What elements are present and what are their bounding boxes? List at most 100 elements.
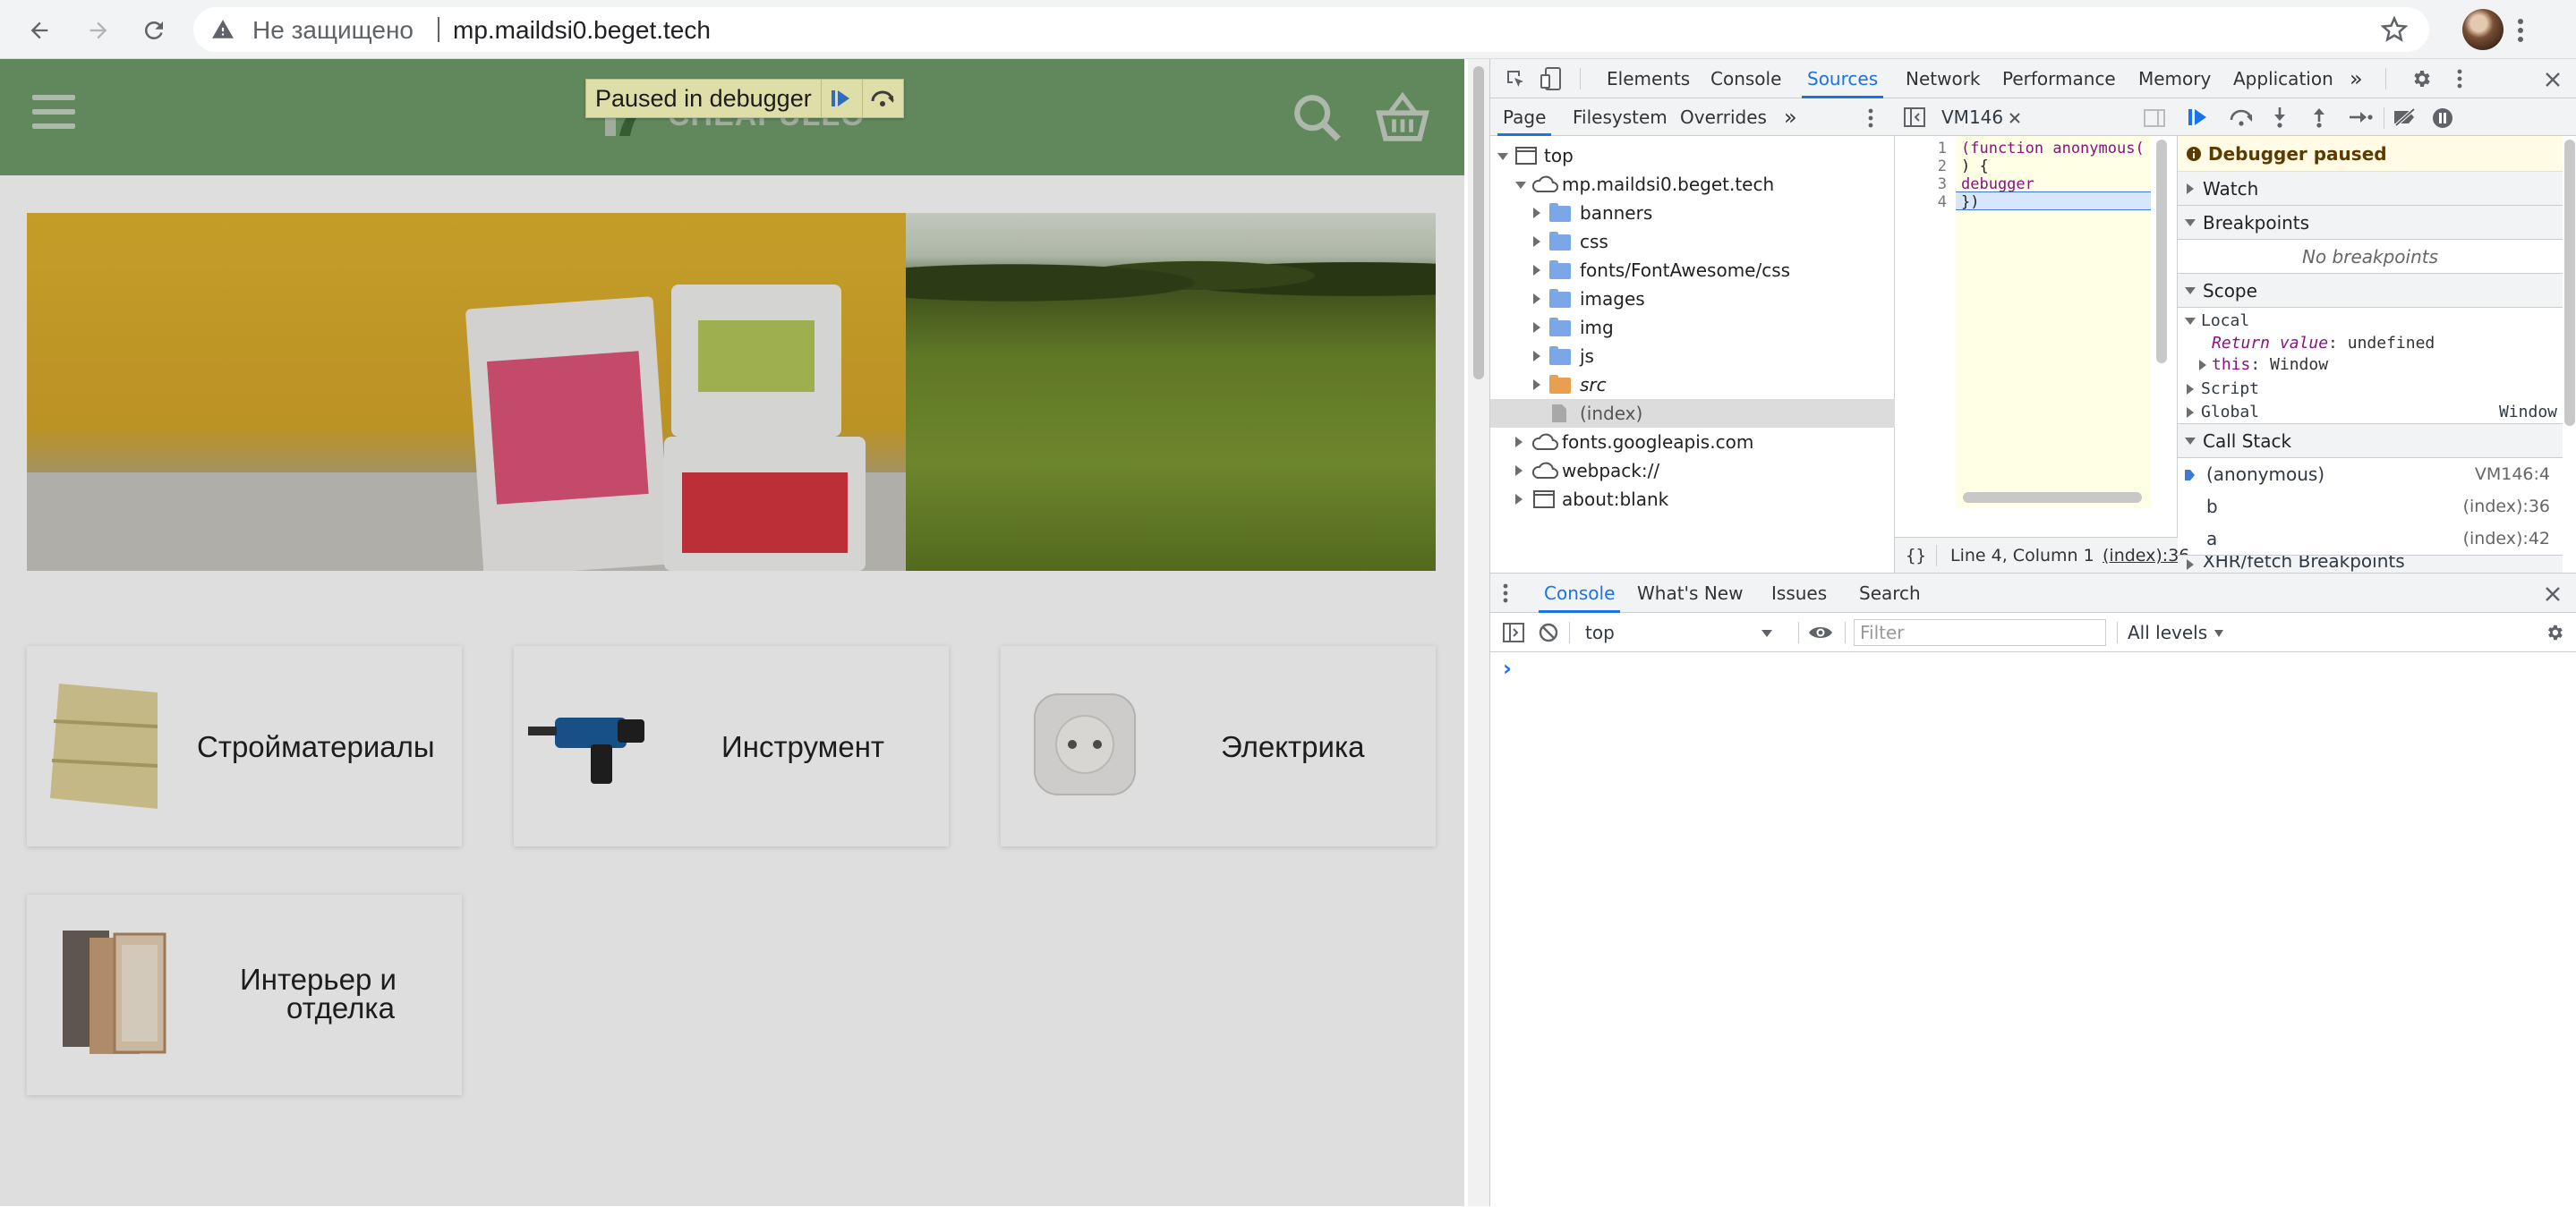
expand-triangle-icon[interactable] [1533, 293, 1540, 304]
inspect-element-icon[interactable] [1505, 68, 1526, 89]
editor-horizontal-scrollbar[interactable] [1963, 492, 2142, 503]
execution-context-select[interactable]: top [1576, 618, 1782, 647]
console-prompt-icon[interactable]: › [1503, 656, 1512, 681]
page-scrollbar[interactable] [1468, 59, 1489, 1206]
category-label-line1[interactable]: Интерьер и [240, 965, 397, 995]
call-frame-active[interactable]: (anonymous) VM146:4 [2178, 458, 2563, 490]
expand-triangle-icon[interactable] [1515, 437, 1523, 447]
scope-global[interactable]: Global Window [2178, 401, 2563, 424]
expand-triangle-icon[interactable] [2187, 384, 2194, 395]
tree-item-folder[interactable]: img [1490, 313, 1895, 342]
code-line[interactable]: debugger [1961, 175, 2034, 193]
nav-tab-filesystem[interactable]: Filesystem [1573, 98, 1668, 136]
console-output[interactable]: › [1490, 652, 2576, 1207]
deactivate-breakpoints-icon[interactable] [2393, 107, 2418, 127]
section-xhr-breakpoints[interactable]: XHR/fetch Breakpoints [2178, 555, 2563, 573]
drawer-menu-icon[interactable] [1501, 582, 1510, 604]
devtools-menu-icon[interactable] [2455, 68, 2464, 89]
step-over-icon[interactable] [2228, 107, 2255, 127]
nav-tab-overrides[interactable]: Overrides [1680, 98, 1767, 136]
expand-triangle-icon[interactable] [2187, 407, 2194, 418]
category-label[interactable]: Электрика [1221, 732, 1364, 762]
expand-triangle-icon[interactable] [1533, 351, 1540, 361]
tree-item-domain[interactable]: fonts.googleapis.com [1490, 428, 1895, 456]
tree-item-top[interactable]: top [1490, 141, 1895, 170]
url-text[interactable]: mp.maildsi0.beget.tech [453, 16, 711, 45]
line-number[interactable]: 2 [1938, 157, 1947, 175]
tab-console[interactable]: Console [1710, 59, 1781, 98]
expand-triangle-icon[interactable] [2187, 183, 2194, 194]
show-console-sidebar-icon[interactable] [1503, 623, 1524, 642]
editor-vertical-scrollbar[interactable] [2156, 140, 2167, 363]
drawer-tab-issues[interactable]: Issues [1771, 574, 1827, 613]
code-line[interactable]: ) { [1961, 157, 1989, 175]
line-number[interactable]: 1 [1938, 140, 1947, 157]
tree-item-folder[interactable]: css [1490, 227, 1895, 256]
expand-triangle-icon[interactable] [1533, 208, 1540, 218]
tree-item-folder[interactable]: banners [1490, 199, 1895, 227]
scope-this[interactable]: this: Window [2199, 354, 2328, 376]
basket-icon[interactable] [1375, 91, 1430, 143]
overlay-resume-button[interactable] [820, 80, 862, 117]
expand-triangle-icon[interactable] [2199, 360, 2206, 370]
browser-menu-icon[interactable] [2512, 11, 2529, 50]
tab-application[interactable]: Application [2233, 59, 2333, 98]
expand-triangle-icon[interactable] [1515, 494, 1523, 505]
category-label-line2[interactable]: отделка [286, 993, 395, 1024]
expand-triangle-icon[interactable] [1497, 153, 1508, 160]
step-icon[interactable] [2348, 107, 2373, 127]
expand-triangle-icon[interactable] [2187, 559, 2194, 570]
console-settings-gear-icon[interactable] [2545, 623, 2564, 642]
tab-memory[interactable]: Memory [2138, 59, 2211, 98]
expand-triangle-icon[interactable] [1515, 465, 1523, 476]
pretty-print-button[interactable]: {} [1906, 538, 1926, 574]
drawer-tab-search[interactable]: Search [1859, 574, 1921, 613]
category-card-building-materials[interactable]: Стройматериалы [27, 646, 462, 846]
tree-item-domain[interactable]: mp.maildsi0.beget.tech [1490, 170, 1895, 199]
category-label[interactable]: Инструмент [721, 732, 884, 762]
expand-triangle-icon[interactable] [1533, 322, 1540, 333]
line-number[interactable]: 4 [1938, 193, 1947, 211]
hamburger-menu-icon[interactable] [32, 95, 75, 134]
address-bar[interactable]: Не защищено mp.maildsi0.beget.tech [193, 7, 2429, 52]
more-tabs-button[interactable]: » [2350, 59, 2363, 98]
reload-button[interactable] [134, 11, 174, 50]
toggle-debugger-sidebar-icon[interactable] [2144, 109, 2165, 127]
expand-triangle-icon[interactable] [2185, 219, 2196, 226]
expand-triangle-icon[interactable] [2185, 287, 2196, 294]
nav-more-button[interactable]: » [1784, 98, 1797, 136]
code-line[interactable]: }) [1961, 193, 1979, 211]
sidebar-scrollbar[interactable] [2564, 140, 2575, 426]
expand-triangle-icon[interactable] [1533, 236, 1540, 247]
device-toolbar-icon[interactable] [1540, 66, 1564, 91]
expand-triangle-icon[interactable] [2185, 438, 2196, 445]
security-label[interactable]: Не защищено [252, 16, 414, 45]
pause-on-exceptions-icon[interactable] [2432, 107, 2453, 129]
close-drawer-icon[interactable] [2545, 586, 2561, 602]
scope-script[interactable]: Script [2178, 378, 2563, 401]
section-breakpoints[interactable]: Breakpoints [2178, 206, 2563, 240]
tab-elements[interactable]: Elements [1607, 59, 1690, 98]
line-number-gutter[interactable]: 1 2 3 4 [1895, 136, 1956, 521]
navigator-menu-icon[interactable] [1866, 107, 1875, 129]
call-frame[interactable]: b (index):36 [2178, 490, 2563, 523]
expand-triangle-icon[interactable] [1515, 182, 1526, 189]
resume-icon[interactable] [2187, 107, 2212, 127]
forward-button[interactable] [79, 11, 118, 50]
expand-triangle-icon[interactable] [1533, 379, 1540, 390]
expand-triangle-icon[interactable] [1533, 265, 1540, 276]
tab-performance[interactable]: Performance [2002, 59, 2116, 98]
tree-item-folder[interactable]: js [1490, 342, 1895, 370]
file-tab-vm146[interactable]: VM146 [1941, 98, 2003, 136]
tree-item-folder-src[interactable]: src [1490, 370, 1895, 399]
code-text-area[interactable]: (function anonymous( ) { debugger }) [1956, 136, 2151, 508]
warning-icon[interactable] [211, 18, 235, 41]
category-card-electrics[interactable]: Электрика [1001, 646, 1436, 846]
tree-item-folder[interactable]: images [1490, 285, 1895, 313]
call-frame[interactable]: a (index):42 [2178, 523, 2563, 555]
search-icon[interactable] [1291, 91, 1343, 143]
expand-triangle-icon[interactable] [2185, 318, 2196, 325]
clear-console-icon[interactable] [1539, 623, 1558, 642]
profile-avatar[interactable] [2462, 9, 2503, 50]
drawer-tab-whats-new[interactable]: What's New [1637, 574, 1743, 613]
